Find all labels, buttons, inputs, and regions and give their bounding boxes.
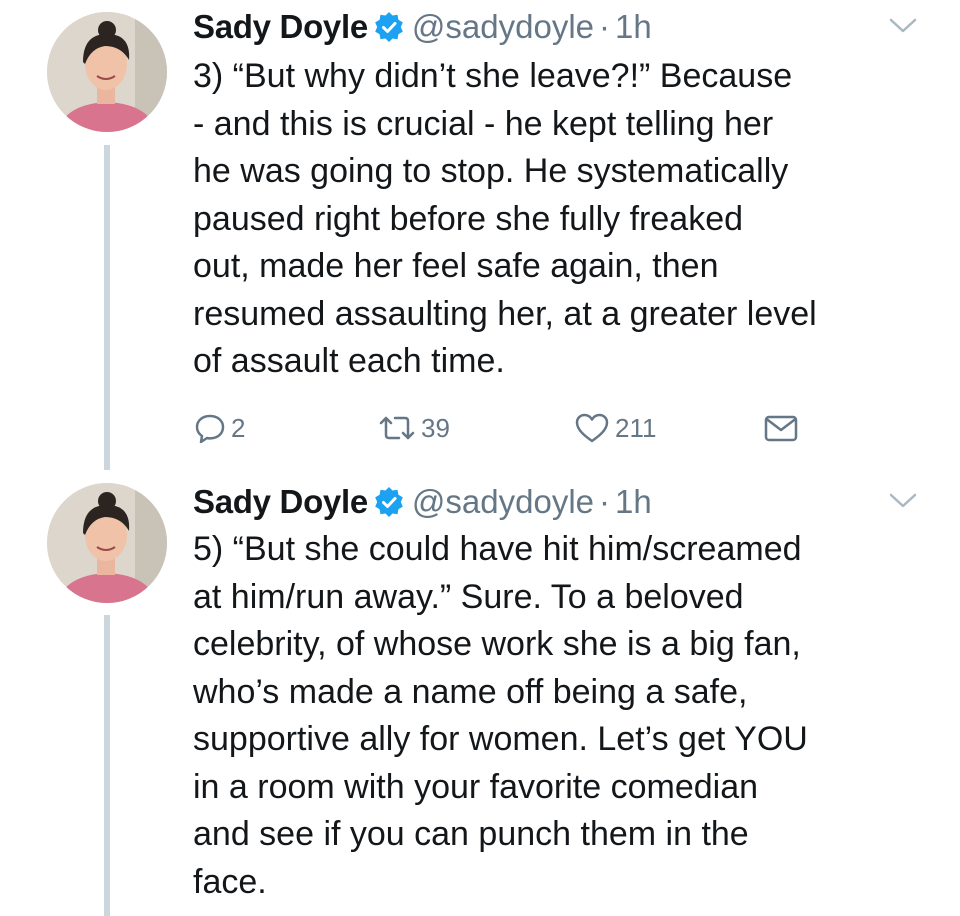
- caret-down-icon[interactable]: [888, 16, 918, 36]
- direct-message-icon: [764, 415, 798, 442]
- timestamp[interactable]: 1h: [615, 483, 652, 521]
- reply-icon: [195, 414, 225, 444]
- reply-count: 2: [231, 412, 246, 443]
- avatar[interactable]: [47, 12, 167, 132]
- display-name[interactable]: Sady Doyle: [193, 8, 368, 46]
- thread-line: [104, 145, 110, 470]
- avatar[interactable]: [47, 483, 167, 603]
- separator: ·: [599, 8, 611, 45]
- thread-line: [104, 615, 110, 916]
- tweet-header: Sady Doyle @sadydoyle · 1h: [193, 475, 652, 529]
- tweet-1[interactable]: Sady Doyle @sadydoyle · 1h 3) “But why d…: [0, 0, 960, 470]
- handle[interactable]: @sadydoyle: [412, 483, 594, 521]
- tweet-2[interactable]: Sady Doyle @sadydoyle · 1h 5) “But she c…: [0, 475, 960, 916]
- retweet-button[interactable]: 39: [377, 408, 450, 448]
- handle[interactable]: @sadydoyle: [412, 8, 594, 46]
- retweet-count: 39: [421, 412, 450, 443]
- verified-icon: [374, 487, 404, 517]
- tweet-text: 5) “But she could have hit him/screamed …: [193, 530, 808, 901]
- like-icon: [575, 413, 609, 443]
- action-bar: 2 39 211: [193, 408, 833, 448]
- tweet-header: Sady Doyle @sadydoyle · 1h: [193, 0, 652, 54]
- caret-down-icon[interactable]: [888, 491, 918, 511]
- separator: ·: [599, 483, 611, 520]
- verified-icon: [374, 12, 404, 42]
- timestamp[interactable]: 1h: [615, 8, 652, 46]
- retweet-icon: [379, 416, 415, 440]
- direct-message-button[interactable]: [763, 408, 799, 448]
- like-button[interactable]: 211: [573, 408, 656, 448]
- like-count: 211: [615, 412, 657, 443]
- reply-button[interactable]: 2: [193, 408, 245, 448]
- display-name[interactable]: Sady Doyle: [193, 483, 368, 521]
- tweet-text: 3) “But why didn’t she leave?!” Because …: [193, 57, 817, 380]
